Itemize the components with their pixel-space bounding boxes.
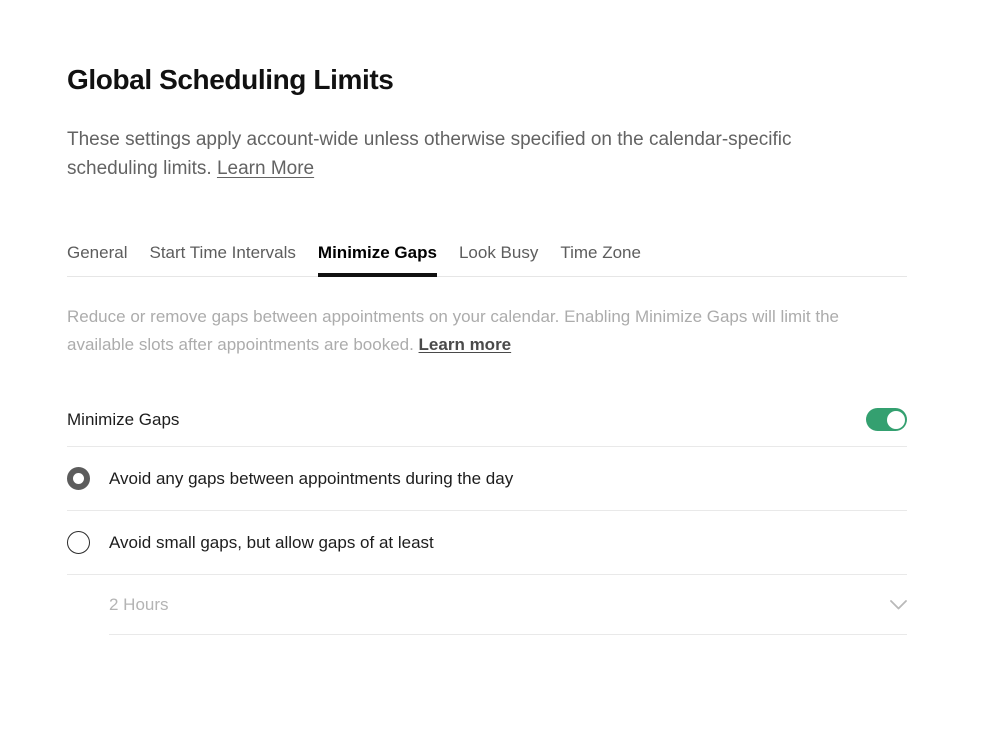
option-row-avoid-small-gaps[interactable]: Avoid small gaps, but allow gaps of at l…: [67, 511, 907, 575]
tab-bar: General Start Time Intervals Minimize Ga…: [67, 231, 907, 277]
page-description-text: These settings apply account-wide unless…: [67, 129, 792, 179]
tab-minimize-gaps[interactable]: Minimize Gaps: [317, 243, 437, 277]
option-row-avoid-any-gaps[interactable]: Avoid any gaps between appointments duri…: [67, 447, 907, 511]
section-learn-more-link[interactable]: Learn more: [419, 335, 512, 354]
toggle-knob: [886, 410, 905, 429]
radio-avoid-any-gaps[interactable]: [67, 467, 90, 490]
chevron-down-icon: [890, 599, 907, 610]
tab-look-busy[interactable]: Look Busy: [459, 243, 538, 276]
tab-start-time-intervals[interactable]: Start Time Intervals: [149, 243, 295, 276]
radio-avoid-small-gaps-label: Avoid small gaps, but allow gaps of at l…: [109, 532, 434, 552]
tab-general[interactable]: General: [67, 243, 127, 276]
minimize-gaps-toggle[interactable]: [866, 408, 907, 431]
radio-avoid-small-gaps[interactable]: [67, 531, 90, 554]
minimize-gaps-row: Minimize Gaps: [67, 393, 907, 447]
content-container: Global Scheduling Limits These settings …: [67, 0, 907, 635]
learn-more-link[interactable]: Learn More: [217, 158, 314, 179]
gap-duration-select[interactable]: 2 Hours: [109, 575, 907, 635]
minimize-gaps-label: Minimize Gaps: [67, 409, 180, 429]
radio-avoid-any-gaps-label: Avoid any gaps between appointments duri…: [109, 468, 514, 488]
page-title: Global Scheduling Limits: [67, 64, 394, 95]
tab-time-zone[interactable]: Time Zone: [560, 243, 641, 276]
page-description: These settings apply account-wide unless…: [67, 125, 857, 183]
settings-page: Global Scheduling Limits These settings …: [0, 0, 999, 743]
gap-duration-value: 2 Hours: [109, 594, 169, 614]
section-description: Reduce or remove gaps between appointmen…: [67, 303, 907, 359]
